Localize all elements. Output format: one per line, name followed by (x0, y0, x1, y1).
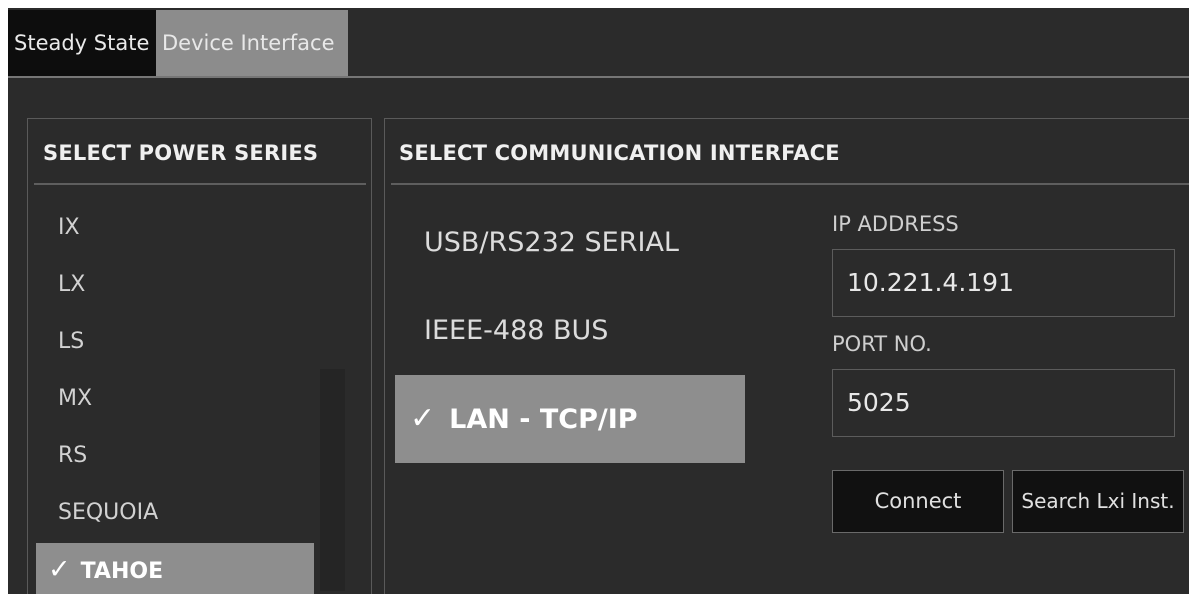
ip-address-label: IP ADDRESS (832, 212, 959, 236)
checkmark-icon: ✓ (48, 554, 71, 585)
communication-interface-title: SELECT COMMUNICATION INTERFACE (399, 141, 840, 165)
interface-option-usb-rs232[interactable]: USB/RS232 SERIAL (395, 199, 745, 287)
interface-option-ieee-488[interactable]: IEEE-488 BUS (395, 287, 745, 375)
communication-interface-panel: SELECT COMMUNICATION INTERFACE USB/RS232… (384, 118, 1189, 594)
series-item-mx[interactable]: MX (36, 372, 314, 426)
interface-option-label: LAN - TCP/IP (449, 404, 638, 435)
port-number-input[interactable] (832, 369, 1175, 437)
connect-button[interactable]: Connect (832, 470, 1004, 533)
search-lxi-instruments-button[interactable]: Search Lxi Inst. (1012, 470, 1184, 533)
series-item-rs[interactable]: RS (36, 429, 314, 483)
series-item-label: TAHOE (80, 559, 164, 584)
series-item-sequoia[interactable]: SEQUOIA (36, 486, 314, 540)
series-item-ls[interactable]: LS (36, 315, 314, 369)
series-scrollbar[interactable] (320, 369, 345, 591)
series-item-ix[interactable]: IX (36, 201, 314, 255)
interface-option-lan-tcpip[interactable]: ✓ LAN - TCP/IP (395, 375, 745, 463)
power-series-panel: SELECT POWER SERIES IX LX LS MX RS SEQUO… (27, 118, 372, 594)
series-item-tahoe[interactable]: ✓ TAHOE (36, 543, 314, 594)
tab-bar: Steady State Device Interface (8, 8, 1189, 78)
series-item-lx[interactable]: LX (36, 258, 314, 312)
device-interface-window: Steady State Device Interface SELECT POW… (8, 8, 1189, 594)
port-number-label: PORT NO. (832, 332, 932, 356)
checkmark-icon: ✓ (410, 401, 436, 436)
communication-interface-divider (391, 183, 1189, 185)
ip-address-input[interactable] (832, 249, 1175, 317)
tab-steady-state[interactable]: Steady State (8, 10, 156, 76)
power-series-divider (34, 183, 366, 185)
tab-device-interface[interactable]: Device Interface (156, 10, 348, 76)
power-series-title: SELECT POWER SERIES (43, 141, 319, 165)
